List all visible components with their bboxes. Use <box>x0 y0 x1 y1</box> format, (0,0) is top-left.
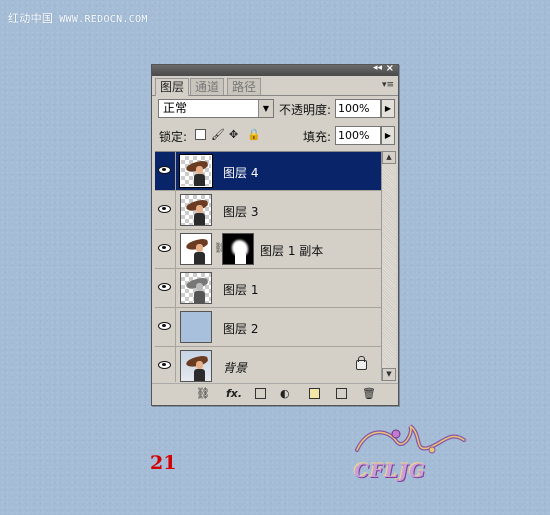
fill-slider-button[interactable]: ▶ <box>381 126 395 145</box>
layer-thumbnail <box>180 311 212 343</box>
blend-row: 正常 ▼ 不透明度: 100% ▶ <box>152 98 398 120</box>
watermark: 红动中国 WWW.REDOCN.COM <box>8 10 148 26</box>
new-layer-icon[interactable] <box>336 388 347 399</box>
eye-icon <box>158 244 171 252</box>
layer-name: 图层 2 <box>223 322 259 336</box>
layer-list: 图层 4 图层 3 ⛓ 图层 1 副本 图层 1 图层 2 背景 <box>155 151 381 382</box>
ornament-icon <box>355 424 466 454</box>
visibility-toggle[interactable] <box>155 347 176 382</box>
fill-input[interactable]: 100% <box>335 126 381 145</box>
chevron-down-icon: ▼ <box>258 100 273 117</box>
fx-icon[interactable]: fx. <box>226 387 242 401</box>
layer-thumbnail <box>180 350 212 382</box>
layer-mask-thumbnail[interactable] <box>222 233 254 265</box>
visibility-toggle[interactable] <box>155 191 176 229</box>
lock-position-icon[interactable]: ✥ <box>229 129 240 140</box>
eye-icon <box>158 166 171 174</box>
eye-icon <box>158 205 171 213</box>
opacity-input[interactable]: 100% <box>335 99 381 118</box>
layers-panel: ◂◂ × 图层 通道 路径 ▾≡ 正常 ▼ 不透明度: 100% ▶ 锁定: 🖌… <box>151 63 399 406</box>
lock-label: 锁定: <box>159 130 188 144</box>
layer-row[interactable]: 背景 <box>155 347 381 382</box>
layer-thumbnail <box>180 272 212 304</box>
layer-row[interactable]: ⛓ 图层 1 副本 <box>155 230 381 269</box>
lock-icon <box>356 356 367 370</box>
layer-row[interactable]: 图层 1 <box>155 269 381 308</box>
adjustment-layer-icon[interactable]: ◐ <box>280 387 290 401</box>
fill-label: 填充: <box>303 130 332 144</box>
eye-icon <box>158 322 171 330</box>
visibility-toggle[interactable] <box>155 230 176 268</box>
layer-row[interactable]: 图层 3 <box>155 191 381 230</box>
layer-name: 图层 1 副本 <box>260 244 324 258</box>
layer-row[interactable]: 图层 2 <box>155 308 381 347</box>
watermark-cn: 红动中国 <box>8 12 54 25</box>
tab-paths[interactable]: 路径 <box>227 78 262 95</box>
new-group-icon[interactable] <box>309 388 320 399</box>
lock-pixels-icon[interactable]: 🖌 <box>211 129 225 140</box>
layer-name: 图层 1 <box>223 283 259 297</box>
step-number: 21 <box>150 452 177 474</box>
layer-name: 图层 3 <box>223 205 259 219</box>
watermark-url: WWW.REDOCN.COM <box>59 14 148 25</box>
scroll-up-icon[interactable]: ▲ <box>382 151 396 164</box>
layer-thumbnail <box>179 154 213 188</box>
cfljg-logo: CFLJG <box>352 420 470 492</box>
layer-row[interactable]: 图层 4 <box>155 152 381 191</box>
close-icon[interactable]: × <box>386 63 394 74</box>
add-mask-icon[interactable] <box>255 388 266 399</box>
eye-icon <box>158 283 171 291</box>
panel-tabs: 图层 通道 路径 ▾≡ <box>152 76 398 96</box>
layer-name: 背景 <box>223 361 248 375</box>
trash-icon[interactable]: 🗑 <box>362 387 376 401</box>
layer-thumbnail <box>180 194 212 226</box>
scroll-down-icon[interactable]: ▼ <box>382 368 396 381</box>
link-layers-icon[interactable]: ⛓ <box>196 387 210 401</box>
visibility-toggle[interactable] <box>155 269 176 307</box>
layer-thumbnail <box>180 233 212 265</box>
layer-name: 图层 4 <box>223 166 259 180</box>
logo-text: CFLJG <box>354 460 427 482</box>
panel-titlebar[interactable]: ◂◂ × <box>152 63 398 76</box>
opacity-label: 不透明度: <box>279 103 332 117</box>
opacity-slider-button[interactable]: ▶ <box>381 99 395 118</box>
layer-list-scrollbar[interactable]: ▲ ▼ <box>381 151 396 381</box>
panel-menu-icon[interactable]: ▾≡ <box>382 80 394 90</box>
blend-mode-select[interactable]: 正常 ▼ <box>158 99 274 118</box>
tab-layers[interactable]: 图层 <box>155 78 190 96</box>
panel-toolbar: ⛓ fx. ◐ 🗑 <box>152 383 398 406</box>
visibility-toggle[interactable] <box>155 308 176 346</box>
blend-mode-value: 正常 <box>163 101 188 115</box>
tab-channels[interactable]: 通道 <box>190 78 225 95</box>
lock-transparency-icon[interactable] <box>195 129 206 140</box>
lock-row: 锁定: 🖌 ✥ 🔒 填充: 100% ▶ <box>152 125 398 147</box>
visibility-toggle[interactable] <box>155 152 176 190</box>
lock-all-icon[interactable]: 🔒 <box>247 129 261 140</box>
eye-icon <box>158 361 171 369</box>
collapse-icon[interactable]: ◂◂ <box>373 63 382 73</box>
